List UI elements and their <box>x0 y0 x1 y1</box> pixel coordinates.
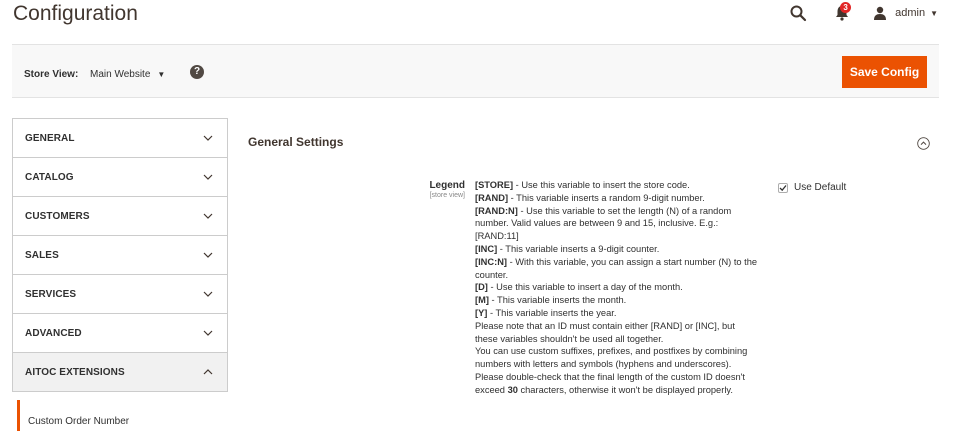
sidebar-item-label: ADVANCED <box>25 327 82 339</box>
sidebar-item-aitoc-extensions[interactable]: AITOC EXTENSIONS <box>13 353 227 392</box>
legend-note: You can use custom suffixes, prefixes, a… <box>475 346 748 370</box>
store-view-label: Store View: <box>24 69 79 80</box>
save-config-button[interactable]: Save Config <box>842 56 927 88</box>
variable-description: - This variable inserts a random 9-digit… <box>508 192 705 203</box>
variable-description: - This variable inserts the year. <box>487 307 617 318</box>
caret-down-icon: ▼ <box>157 70 166 79</box>
legend-note: Please double-check that the final lengt… <box>475 371 760 397</box>
store-view-dropdown[interactable]: Main Website ▼ <box>90 69 165 80</box>
use-default-label: Use Default <box>794 182 847 193</box>
sidebar-item-sales[interactable]: SALES <box>13 236 227 275</box>
sidebar-item-label: CUSTOMERS <box>25 210 90 222</box>
legend-text: [STORE] - Use this variable to insert th… <box>475 179 760 397</box>
chevron-down-icon <box>203 330 213 336</box>
notifications-button[interactable]: 3 <box>833 2 852 22</box>
variable-code: [M] <box>475 295 489 306</box>
chevron-down-icon <box>203 213 213 219</box>
legend-label: Legend <box>429 180 465 191</box>
sidebar-item-catalog[interactable]: CATALOG <box>13 158 227 197</box>
note-text: characters, otherwise it won't be displa… <box>517 384 733 395</box>
section-title[interactable]: General Settings <box>248 135 343 149</box>
chevron-down-icon <box>203 174 213 180</box>
legend-note: Please note that an ID must contain eith… <box>475 320 735 344</box>
variable-description: - This variable inserts a 9-digit counte… <box>497 243 660 254</box>
store-view-selected: Main Website <box>90 69 151 80</box>
sidebar-item-advanced[interactable]: ADVANCED <box>13 314 227 353</box>
variable-description: - Use this variable to insert the store … <box>513 180 690 190</box>
variable-code: [RAND] <box>475 192 509 203</box>
collapse-section-icon[interactable] <box>917 137 930 150</box>
variable-code: [STORE] <box>475 180 514 190</box>
sidebar-item-label: CATALOG <box>25 171 74 183</box>
legend-line: [INC] - This variable inserts a 9-digit … <box>475 243 760 256</box>
legend-line: [M] - This variable inserts the month. <box>475 294 760 307</box>
checkmark-icon <box>779 184 787 191</box>
variable-description: - With this variable, you can assign a s… <box>475 256 758 280</box>
legend-line: [INC:N] - With this variable, you can as… <box>475 256 760 282</box>
sidebar-item-label: AITOC EXTENSIONS <box>25 366 125 378</box>
sidebar-item-label: GENERAL <box>25 132 75 144</box>
variable-description: - This variable inserts the month. <box>488 295 627 306</box>
sidebar-item-general[interactable]: GENERAL <box>13 119 227 158</box>
variable-code: [INC:N] <box>475 256 508 267</box>
chevron-down-icon <box>203 135 213 141</box>
legend-field-label: Legend [store view] <box>380 180 465 199</box>
user-menu[interactable]: admin ▼ <box>873 6 938 20</box>
sidebar-item-customers[interactable]: CUSTOMERS <box>13 197 227 236</box>
sidebar-item-label: SALES <box>25 249 59 261</box>
legend-line: [RAND:N] - Use this variable to set the … <box>475 205 760 243</box>
legend-line: [STORE] - Use this variable to insert th… <box>475 179 760 192</box>
search-icon[interactable] <box>789 4 807 22</box>
sidebar-item-label: SERVICES <box>25 288 77 300</box>
chevron-down-icon <box>203 291 213 297</box>
page-title: Configuration <box>13 2 138 25</box>
legend-line: [RAND] - This variable inserts a random … <box>475 192 760 205</box>
legend-line: [D] - Use this variable to insert a day … <box>475 281 760 294</box>
config-sidebar: GENERAL CATALOG CUSTOMERS SALES SERVICES… <box>12 118 228 392</box>
user-icon <box>874 6 887 20</box>
sidebar-subitem-custom-order-number[interactable]: Custom Order Number <box>17 400 229 431</box>
variable-code: [INC] <box>475 243 498 254</box>
variable-code: [Y] <box>475 307 488 318</box>
header-actions: 3 admin ▼ <box>789 2 938 23</box>
chevron-up-icon <box>203 369 213 375</box>
variable-description: - Use this variable to insert a day of t… <box>487 282 683 293</box>
user-name: admin <box>895 7 926 19</box>
legend-line: [Y] - This variable inserts the year. <box>475 307 760 320</box>
sidebar-subitem-label: Custom Order Number <box>28 416 130 427</box>
chevron-down-icon <box>203 252 213 258</box>
sidebar-item-services[interactable]: SERVICES <box>13 275 227 314</box>
checkbox[interactable] <box>778 182 788 193</box>
note-max-length: 30 <box>507 384 518 395</box>
store-switcher-bar: Store View: Main Website ▼ ? Save Config <box>12 44 939 98</box>
use-default-checkbox[interactable]: Use Default <box>778 182 846 193</box>
variable-code: [RAND:N] <box>475 205 518 216</box>
caret-down-icon: ▼ <box>930 8 938 18</box>
variable-code: [D] <box>475 282 488 293</box>
help-icon[interactable]: ? <box>190 65 204 79</box>
scope-label: [store view] <box>429 192 465 199</box>
